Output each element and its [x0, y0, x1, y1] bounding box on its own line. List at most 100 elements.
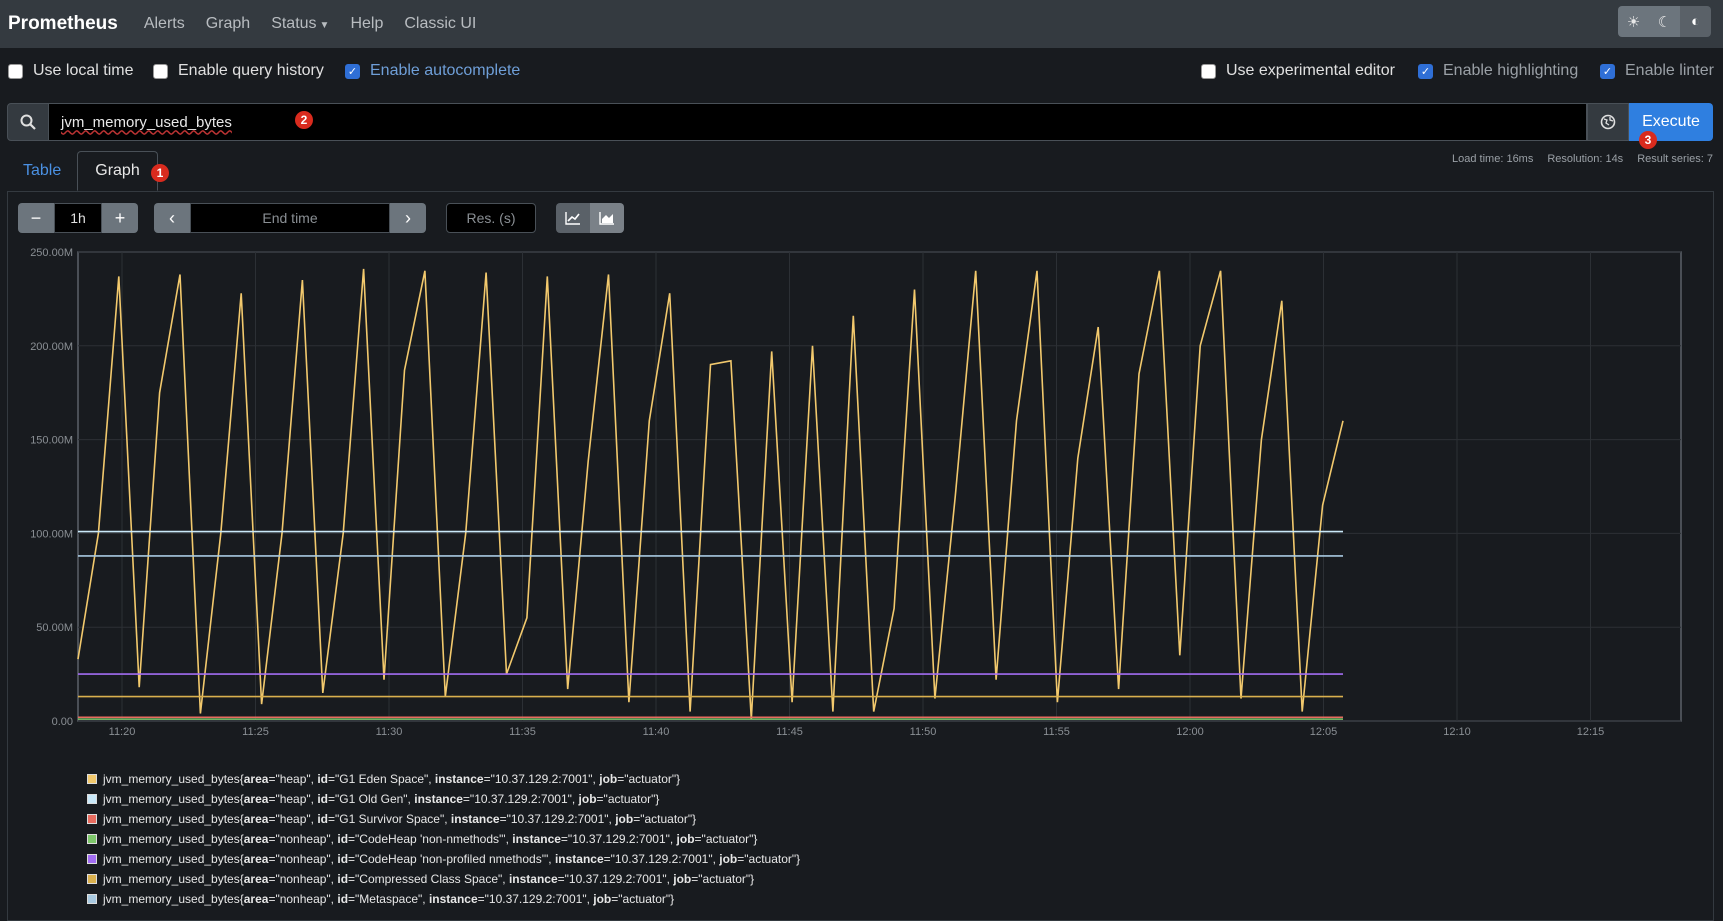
nav-classic-ui[interactable]: Classic UI — [404, 15, 476, 33]
legend-swatch — [87, 774, 97, 784]
nav-status-label: Status — [271, 15, 317, 32]
result-series: Result series: 7 — [1637, 153, 1713, 165]
legend-swatch — [87, 854, 97, 864]
x-tick-label: 11:25 — [242, 726, 269, 738]
decrease-range-button[interactable]: − — [18, 203, 54, 233]
legend-label: jvm_memory_used_bytes{area="nonheap", id… — [103, 832, 758, 846]
x-tick-label: 11:20 — [109, 726, 136, 738]
legend-label: jvm_memory_used_bytes{area="nonheap", id… — [103, 892, 675, 906]
query-stats: Load time: 16ms Resolution: 14s Result s… — [1452, 153, 1713, 165]
legend-swatch — [87, 814, 97, 824]
legend-swatch — [87, 794, 97, 804]
x-tick-label: 12:00 — [1176, 726, 1204, 738]
x-tick-label: 11:35 — [509, 726, 536, 738]
legend-swatch — [87, 834, 97, 844]
legend-item-5[interactable]: jvm_memory_used_bytes{area="nonheap", id… — [87, 869, 800, 889]
experimental-editor-option[interactable]: Use experimental editor — [1201, 62, 1395, 80]
nav-alerts[interactable]: Alerts — [144, 15, 185, 33]
linter-label: Enable linter — [1625, 62, 1714, 79]
query-bar: jvm_memory_used_bytes 2 Execute 3 — [7, 103, 1713, 149]
use-local-time-checkbox[interactable] — [8, 63, 23, 79]
experimental-editor-checkbox[interactable] — [1201, 63, 1216, 79]
x-tick-label: 11:40 — [643, 726, 670, 738]
memory-chart[interactable]: 0.00 50.00M 100.00M 150.00M 200.00M 250.00M 11… — [0, 245, 1723, 765]
query-input[interactable]: jvm_memory_used_bytes 2 — [49, 103, 1587, 141]
sun-icon[interactable]: ☀ — [1618, 6, 1649, 37]
load-time: Load time: 16ms — [1452, 153, 1534, 165]
highlighting-label: Enable highlighting — [1443, 62, 1579, 79]
legend-label: jvm_memory_used_bytes{area="nonheap", id… — [103, 872, 755, 886]
use-local-time-label: Use local time — [33, 62, 134, 79]
linter-option[interactable]: ✓ Enable linter — [1600, 62, 1714, 80]
x-tick-label: 11:45 — [776, 726, 803, 738]
experimental-editor-label: Use experimental editor — [1226, 62, 1395, 79]
y-tick-label: 50.00M — [36, 622, 73, 634]
navbar: Prometheus Alerts Graph Status ▼ Help Cla… — [0, 0, 1723, 48]
result-tabs: Table Graph — [7, 151, 158, 191]
query-history-checkbox[interactable] — [153, 63, 168, 79]
end-time-input[interactable]: End time — [190, 203, 390, 233]
linter-checkbox[interactable]: ✓ — [1600, 63, 1615, 79]
plot-area — [77, 251, 1682, 722]
legend-swatch — [87, 874, 97, 884]
legend-item-2[interactable]: jvm_memory_used_bytes{area="heap", id="G… — [87, 809, 800, 829]
range-input[interactable]: 1h — [54, 203, 102, 233]
chevron-down-icon: ▼ — [319, 20, 330, 31]
autocomplete-checkbox[interactable]: ✓ — [345, 63, 360, 79]
x-tick-label: 11:55 — [1043, 726, 1070, 738]
legend-item-1[interactable]: jvm_memory_used_bytes{area="heap", id="G… — [87, 789, 800, 809]
legend-item-0[interactable]: jvm_memory_used_bytes{area="heap", id="G… — [87, 769, 800, 789]
search-icon — [7, 103, 49, 141]
autocomplete-label: Enable autocomplete — [370, 62, 521, 79]
graph-controls: − 1h + ‹ End time › Res. (s) — [18, 203, 624, 233]
autocomplete-option[interactable]: ✓ Enable autocomplete — [345, 62, 520, 80]
query-history-label: Enable query history — [178, 62, 324, 79]
line-chart-icon[interactable] — [556, 203, 590, 233]
highlighting-option[interactable]: ✓ Enable highlighting — [1418, 62, 1578, 80]
contrast-icon[interactable]: ◐ — [1680, 6, 1711, 37]
y-tick-label: 200.00M — [30, 341, 73, 353]
nav-help[interactable]: Help — [350, 15, 383, 33]
legend-item-3[interactable]: jvm_memory_used_bytes{area="nonheap", id… — [87, 829, 800, 849]
annotation-badge-1: 1 — [151, 164, 169, 182]
legend-label: jvm_memory_used_bytes{area="nonheap", id… — [103, 852, 801, 866]
chevron-right-icon[interactable]: › — [390, 203, 426, 233]
legend-label: jvm_memory_used_bytes{area="heap", id="G… — [103, 812, 697, 826]
x-tick-label: 11:50 — [910, 726, 937, 738]
nav-graph[interactable]: Graph — [206, 15, 250, 33]
resolution-input[interactable]: Res. (s) — [446, 203, 536, 233]
query-options: Use local time Enable query history ✓ En… — [0, 62, 1723, 88]
x-tick-label: 12:05 — [1310, 726, 1338, 738]
increase-range-button[interactable]: + — [102, 203, 138, 233]
legend-item-6[interactable]: jvm_memory_used_bytes{area="nonheap", id… — [87, 889, 800, 909]
x-tick-label: 11:30 — [376, 726, 403, 738]
stacked-chart-icon[interactable] — [590, 203, 624, 233]
y-tick-label: 0.00 — [52, 716, 73, 728]
legend-label: jvm_memory_used_bytes{area="heap", id="G… — [103, 772, 681, 786]
legend-label: jvm_memory_used_bytes{area="heap", id="G… — [103, 792, 660, 806]
use-local-time-option[interactable]: Use local time — [8, 62, 133, 80]
moon-icon[interactable]: ☾ — [1649, 6, 1680, 37]
tab-graph-label: Graph — [95, 162, 140, 179]
y-tick-label: 250.00M — [30, 247, 73, 259]
highlighting-checkbox[interactable]: ✓ — [1418, 63, 1433, 79]
x-tick-label: 12:10 — [1443, 726, 1471, 738]
x-tick-label: 12:15 — [1577, 726, 1605, 738]
metrics-explorer-icon[interactable] — [1587, 103, 1629, 141]
execute-label: Execute — [1642, 113, 1700, 130]
y-tick-label: 150.00M — [30, 435, 73, 447]
chart-legend: jvm_memory_used_bytes{area="heap", id="G… — [87, 769, 800, 909]
annotation-badge-2: 2 — [295, 111, 313, 129]
resolution: Resolution: 14s — [1547, 153, 1624, 165]
brand-logo[interactable]: Prometheus — [8, 13, 118, 35]
tab-graph[interactable]: Graph — [77, 151, 158, 191]
query-expression: jvm_memory_used_bytes — [61, 113, 232, 131]
nav-status[interactable]: Status ▼ — [271, 15, 329, 33]
query-history-option[interactable]: Enable query history — [153, 62, 324, 80]
annotation-badge-3: 3 — [1639, 131, 1657, 149]
legend-item-4[interactable]: jvm_memory_used_bytes{area="nonheap", id… — [87, 849, 800, 869]
chevron-left-icon[interactable]: ‹ — [154, 203, 190, 233]
tab-table[interactable]: Table — [7, 151, 77, 191]
y-tick-label: 100.00M — [30, 528, 73, 540]
execute-button[interactable]: Execute 3 — [1629, 103, 1713, 149]
